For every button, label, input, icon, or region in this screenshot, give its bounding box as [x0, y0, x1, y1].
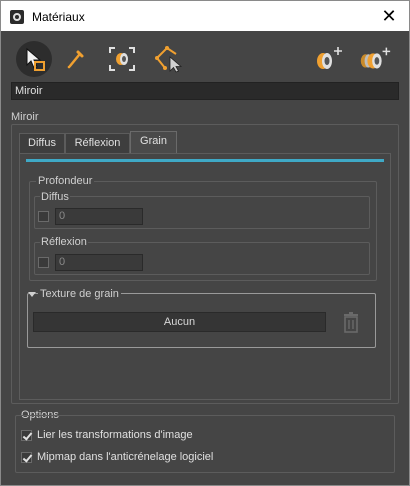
- diffuse-depth-checkbox[interactable]: [38, 211, 49, 222]
- material-name-field[interactable]: Miroir: [11, 82, 399, 100]
- eyedropper-button[interactable]: [57, 41, 93, 77]
- duplicate-material-icon: [360, 47, 391, 69]
- select-by-material-button[interactable]: [151, 41, 187, 77]
- tab-diffus[interactable]: Diffus: [19, 133, 65, 153]
- diffuse-depth-label: Diffus: [40, 191, 70, 203]
- cursor-pick-icon: [26, 47, 45, 71]
- chevron-down-icon[interactable]: [28, 292, 36, 297]
- duplicate-material-button[interactable]: [357, 41, 393, 77]
- diffuse-depth-input[interactable]: 0: [55, 208, 143, 225]
- pick-material-button[interactable]: [16, 41, 52, 77]
- delete-texture-button[interactable]: [341, 312, 361, 334]
- new-material-icon: [317, 47, 342, 69]
- reflection-depth-input[interactable]: 0: [55, 254, 143, 271]
- reflection-depth-label: Réflexion: [40, 236, 88, 248]
- grain-texture-button[interactable]: Aucun: [33, 312, 326, 332]
- trash-icon: [344, 312, 358, 333]
- link-transforms-label: Lier les transformations d'image: [37, 429, 193, 441]
- eyedropper-icon: [67, 50, 84, 69]
- close-button[interactable]: ✕: [377, 5, 401, 27]
- mipmap-checkbox[interactable]: [21, 452, 32, 463]
- window-title: Matériaux: [32, 10, 85, 24]
- select-polygon-icon: [155, 46, 183, 73]
- grain-texture-label: Texture de grain: [38, 288, 121, 300]
- title-bar: Matériaux ✕: [0, 0, 410, 31]
- tab-grain[interactable]: Grain: [130, 131, 177, 154]
- options-group-frame: [15, 415, 395, 473]
- reflection-depth-checkbox[interactable]: [38, 257, 49, 268]
- mipmap-label: Mipmap dans l'anticrénelage logiciel: [37, 451, 214, 463]
- frame-material-icon: [109, 47, 135, 71]
- depth-group-label: Profondeur: [36, 175, 95, 187]
- link-transforms-checkbox[interactable]: [21, 430, 32, 441]
- material-group-label: Miroir: [11, 111, 39, 123]
- materials-panel: Miroir Miroir Diffus Réflexion Grain Pro…: [0, 31, 410, 486]
- toolbar: [1, 31, 409, 81]
- frame-material-button[interactable]: [104, 41, 140, 77]
- tab-accent-bar: [26, 159, 384, 162]
- app-icon: [10, 10, 24, 24]
- tab-reflexion[interactable]: Réflexion: [65, 133, 130, 153]
- new-material-button[interactable]: [311, 41, 347, 77]
